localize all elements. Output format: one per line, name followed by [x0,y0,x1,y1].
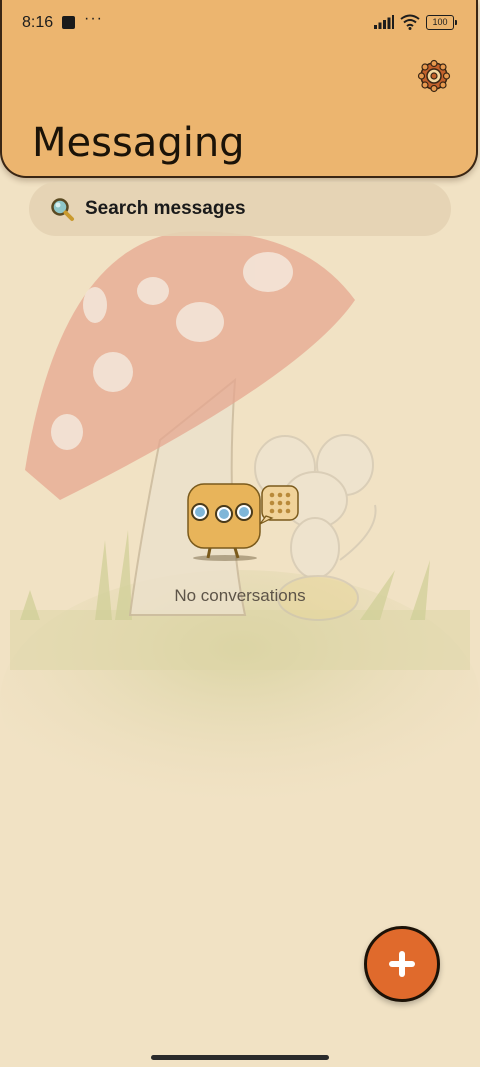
notification-icon [62,16,75,29]
settings-button[interactable] [416,58,452,94]
plus-icon [389,951,415,977]
status-bar: 8:16 ··· 100 [0,0,480,46]
search-icon [51,198,74,221]
status-time: 8:16 [22,14,54,31]
search-bar[interactable]: Search messages [29,182,451,236]
wifi-icon [400,14,420,30]
empty-state-text: No conversations [174,586,306,605]
empty-state-illustration [187,483,299,561]
status-indicators: 100 [374,14,457,30]
new-conversation-button[interactable] [364,926,440,1002]
page-title: Messaging [32,120,245,166]
signal-icon [374,15,394,29]
search-placeholder: Search messages [85,198,246,219]
home-indicator[interactable] [151,1055,329,1060]
battery-icon: 100 [426,14,457,30]
more-notifications-icon: ··· [84,10,103,27]
gear-icon [417,59,451,93]
